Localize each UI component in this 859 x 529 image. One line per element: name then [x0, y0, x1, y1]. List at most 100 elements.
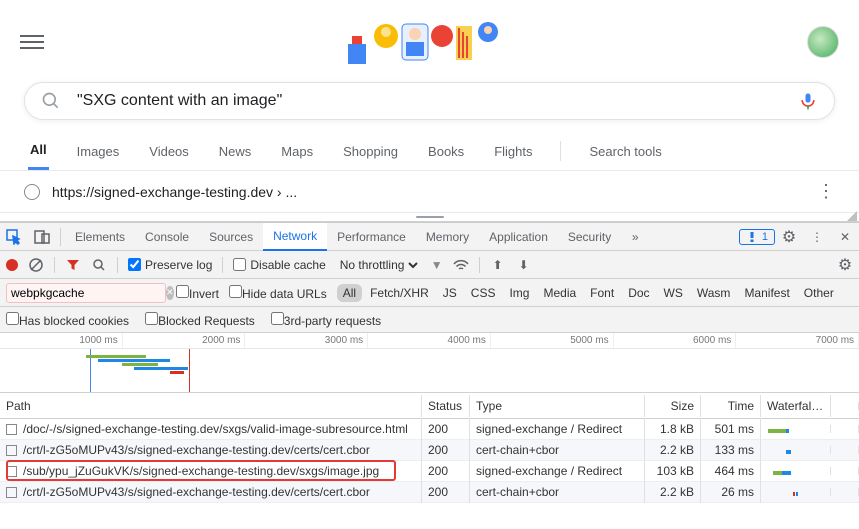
- throttling-select[interactable]: No throttling: [336, 257, 421, 273]
- row-checkbox[interactable]: [6, 487, 17, 498]
- more-tabs-icon[interactable]: »: [621, 223, 649, 251]
- tab-news[interactable]: News: [217, 134, 254, 169]
- pane-drag-handle[interactable]: [0, 212, 859, 222]
- waterfall-cell: [761, 446, 831, 454]
- chip-wasm[interactable]: Wasm: [691, 284, 737, 302]
- network-conditions-icon[interactable]: [453, 257, 469, 273]
- devtools-tab-console[interactable]: Console: [135, 223, 199, 251]
- table-row[interactable]: /crt/l-zG5oMUPv43/s/signed-exchange-test…: [0, 482, 859, 503]
- search-input[interactable]: [77, 92, 798, 110]
- chip-all[interactable]: All: [337, 284, 362, 302]
- chip-img[interactable]: Img: [503, 284, 535, 302]
- col-type[interactable]: Type: [470, 395, 645, 417]
- google-doodle-logo[interactable]: [346, 14, 506, 70]
- path-text: /crt/l-zG5oMUPv43/s/signed-exchange-test…: [23, 485, 370, 499]
- devtools-tab-elements[interactable]: Elements: [65, 223, 135, 251]
- status-text: 200: [422, 439, 470, 461]
- row-checkbox[interactable]: [6, 424, 17, 435]
- size-text: 103 kB: [645, 460, 701, 482]
- waterfall-cell: [761, 488, 831, 496]
- third-party-checkbox[interactable]: 3rd-party requests: [271, 312, 381, 328]
- issues-badge[interactable]: 1: [739, 229, 775, 245]
- chip-ws[interactable]: WS: [658, 284, 689, 302]
- result-overflow-icon[interactable]: ⋮: [817, 181, 835, 202]
- download-har-icon[interactable]: ⬇: [516, 257, 532, 273]
- blocked-cookies-checkbox[interactable]: Has blocked cookies: [6, 312, 129, 328]
- chip-font[interactable]: Font: [584, 284, 620, 302]
- col-status[interactable]: Status: [422, 395, 470, 417]
- row-checkbox[interactable]: [6, 466, 17, 477]
- disable-cache-checkbox[interactable]: Disable cache: [233, 258, 325, 272]
- type-text: signed-exchange / Redirect: [470, 418, 645, 440]
- time-text: 133 ms: [701, 439, 761, 461]
- path-text: /doc/-/s/signed-exchange-testing.dev/sxg…: [23, 422, 408, 436]
- inspect-element-icon[interactable]: [0, 223, 28, 251]
- table-row[interactable]: /sub/ypu_jZuGukVK/s/signed-exchange-test…: [0, 461, 859, 482]
- devtools-tab-application[interactable]: Application: [479, 223, 558, 251]
- time-text: 501 ms: [701, 418, 761, 440]
- chip-media[interactable]: Media: [537, 284, 582, 302]
- invert-checkbox[interactable]: Invert: [176, 285, 219, 301]
- tab-all[interactable]: All: [28, 132, 49, 170]
- tab-shopping[interactable]: Shopping: [341, 134, 400, 169]
- path-text: /crt/l-zG5oMUPv43/s/signed-exchange-test…: [23, 443, 370, 457]
- tab-flights[interactable]: Flights: [492, 134, 534, 169]
- devtools-tab-network[interactable]: Network: [263, 223, 327, 251]
- size-text: 2.2 kB: [645, 439, 701, 461]
- devtools-tab-performance[interactable]: Performance: [327, 223, 416, 251]
- tab-images[interactable]: Images: [75, 134, 122, 169]
- timeline-overview[interactable]: 1000 ms 2000 ms 3000 ms 4000 ms 5000 ms …: [0, 333, 859, 393]
- upload-har-icon[interactable]: ⬆: [490, 257, 506, 273]
- col-time[interactable]: Time: [701, 395, 761, 417]
- blocked-requests-checkbox[interactable]: Blocked Requests: [145, 312, 255, 328]
- col-waterfall[interactable]: Waterfall ▲: [761, 395, 831, 417]
- size-text: 2.2 kB: [645, 481, 701, 503]
- col-path[interactable]: Path: [0, 395, 422, 417]
- hamburger-menu-icon[interactable]: [20, 30, 44, 54]
- network-settings-icon[interactable]: ⚙: [837, 257, 853, 273]
- table-row[interactable]: /crt/l-zG5oMUPv43/s/signed-exchange-test…: [0, 440, 859, 461]
- clear-filter-icon[interactable]: ✕: [166, 286, 174, 300]
- chip-manifest[interactable]: Manifest: [738, 284, 795, 302]
- close-devtools-icon[interactable]: ✕: [831, 223, 859, 251]
- clear-log-icon[interactable]: [28, 257, 44, 273]
- search-bar[interactable]: [24, 82, 835, 120]
- path-text: /sub/ypu_jZuGukVK/s/signed-exchange-test…: [23, 464, 379, 478]
- status-text: 200: [422, 481, 470, 503]
- requests-table: Path Status Type Size Time Waterfall ▲ /…: [0, 393, 859, 503]
- chip-doc[interactable]: Doc: [622, 284, 655, 302]
- devtools-tab-security[interactable]: Security: [558, 223, 621, 251]
- chip-js[interactable]: JS: [437, 284, 463, 302]
- preserve-log-checkbox[interactable]: Preserve log: [128, 258, 212, 272]
- record-button[interactable]: [6, 259, 18, 271]
- tab-videos[interactable]: Videos: [147, 134, 191, 169]
- col-size[interactable]: Size: [645, 395, 701, 417]
- hide-data-urls-checkbox[interactable]: Hide data URLs: [229, 285, 327, 301]
- settings-icon[interactable]: ⚙: [775, 223, 803, 251]
- chip-other[interactable]: Other: [798, 284, 840, 302]
- mic-icon[interactable]: [798, 91, 818, 111]
- devtools-tab-sources[interactable]: Sources: [199, 223, 263, 251]
- tab-books[interactable]: Books: [426, 134, 466, 169]
- search-requests-icon[interactable]: [91, 257, 107, 273]
- filter-input[interactable]: [11, 286, 166, 300]
- device-toolbar-icon[interactable]: [28, 223, 56, 251]
- type-filter-chips: All Fetch/XHR JS CSS Img Media Font Doc …: [337, 284, 840, 302]
- result-url: https://signed-exchange-testing.dev › ..…: [52, 184, 297, 200]
- user-avatar[interactable]: [807, 26, 839, 58]
- search-result[interactable]: https://signed-exchange-testing.dev › ..…: [0, 171, 859, 212]
- row-checkbox[interactable]: [6, 445, 17, 456]
- devtools-tab-memory[interactable]: Memory: [416, 223, 479, 251]
- filter-toggle-icon[interactable]: [65, 257, 81, 273]
- filter-input-box[interactable]: ✕: [6, 283, 166, 303]
- size-text: 1.8 kB: [645, 418, 701, 440]
- table-row[interactable]: /doc/-/s/signed-exchange-testing.dev/sxg…: [0, 419, 859, 440]
- chip-css[interactable]: CSS: [465, 284, 502, 302]
- tab-maps[interactable]: Maps: [279, 134, 315, 169]
- waterfall-cell: [761, 467, 831, 475]
- search-tabs: All Images Videos News Maps Shopping Boo…: [0, 132, 859, 171]
- chip-fetch[interactable]: Fetch/XHR: [364, 284, 435, 302]
- time-text: 26 ms: [701, 481, 761, 503]
- devtools-menu-icon[interactable]: ⋮: [803, 223, 831, 251]
- search-tools-button[interactable]: Search tools: [587, 134, 663, 169]
